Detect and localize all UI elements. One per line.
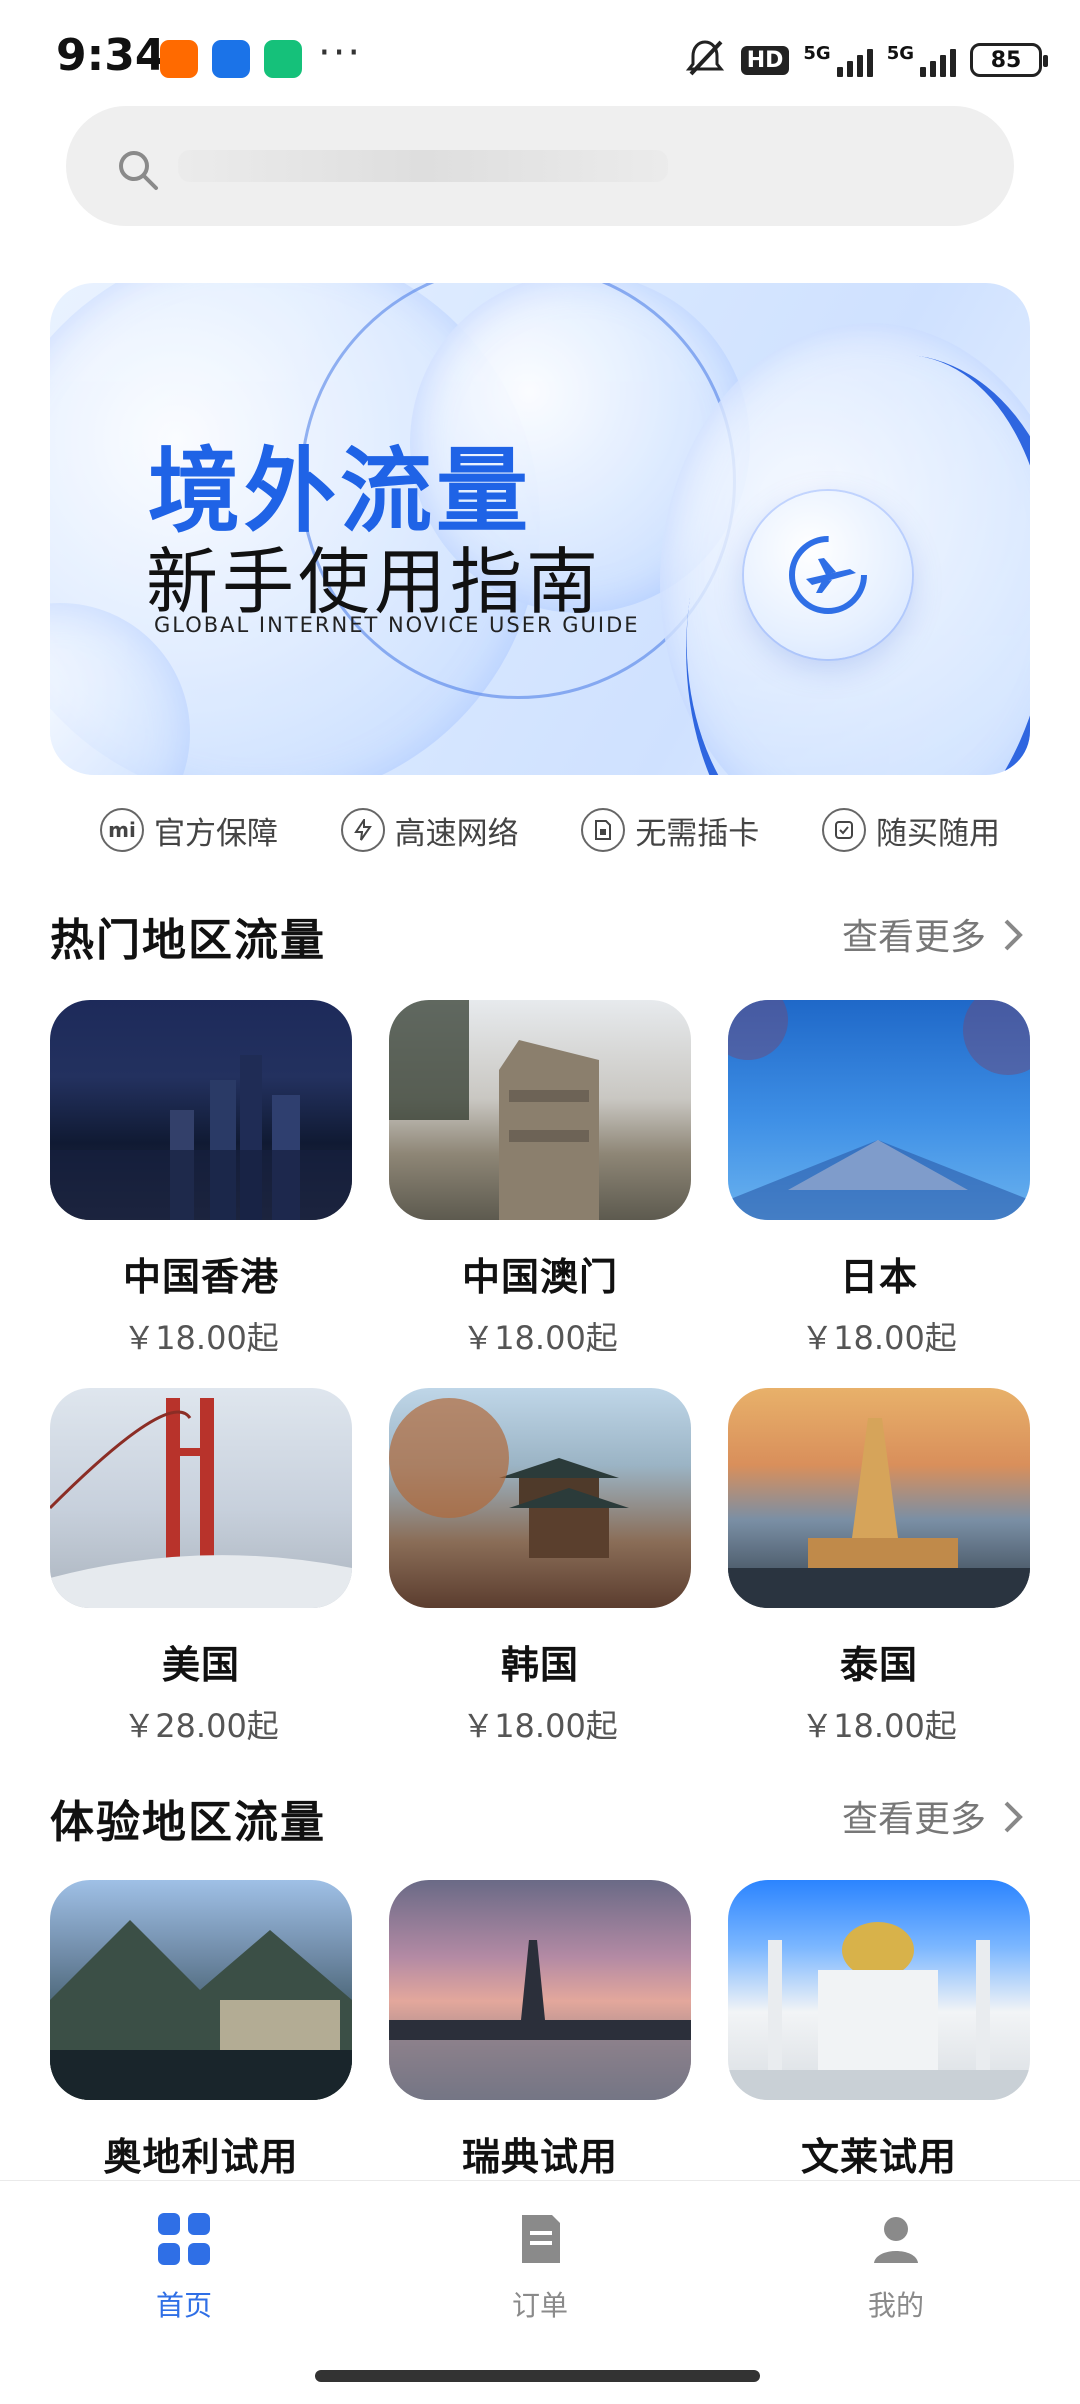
region-card-macau[interactable]: 中国澳门 ￥18.00起 [389,1000,691,1359]
region-photo [50,1000,352,1220]
mi-remote-icon [212,40,250,78]
region-photo [50,1880,352,2100]
region-price: ￥18.00起 [462,1707,618,1745]
profile-icon [874,2217,918,2263]
hot-section-title: 热门地区流量 [50,915,326,966]
signal-5g-label: 5G [886,43,914,64]
region-name: 泰国 [839,1643,918,1687]
region-name: 中国澳门 [461,1255,618,1299]
region-photo [389,1880,691,2100]
region-price: ￥18.00起 [801,1707,957,1745]
region-card-japan[interactable]: 日本 ￥18.00起 [728,1000,1030,1359]
battery-icon: 85 [970,43,1048,77]
more-notifications-icon: ··· [318,30,363,76]
order-document-icon [522,2215,560,2263]
tab-label: 我的 [867,2289,924,2322]
guarantee-official: mi 官方保障 [100,800,278,860]
trial-card-austria[interactable]: 奥地利试用 [50,1880,352,2181]
tab-label: 订单 [511,2289,568,2322]
status-right-icons: HD 5G 5G 85 [683,36,1048,84]
taobao-app-icon [160,40,198,78]
checkbox-icon [821,808,866,852]
region-photo [389,1000,691,1220]
status-time: 9:34 [56,30,166,81]
region-price: ￥18.00起 [462,1319,618,1357]
region-name: 文莱试用 [800,2135,957,2179]
region-photo [728,1880,1030,2100]
region-card-hong-kong[interactable]: 中国香港 ￥18.00起 [50,1000,352,1359]
signal-strength-icon: 5G [803,43,873,77]
region-card-korea[interactable]: 韩国 ￥18.00起 [389,1388,691,1747]
region-name: 奥地利试用 [103,2135,299,2179]
trial-section-more-link[interactable]: 查看更多 [842,1790,1024,1842]
search-placeholder [178,150,668,182]
signal-5g-label: 5G [803,43,831,64]
more-label: 查看更多 [841,1799,986,1840]
search-bar[interactable] [66,106,1014,226]
chevron-right-icon [1004,919,1023,951]
guarantee-label: 随买随用 [875,815,1000,852]
hot-section-more-link[interactable]: 查看更多 [842,908,1024,960]
region-price: ￥18.00起 [801,1319,957,1357]
trial-card-sweden[interactable]: 瑞典试用 [389,1880,691,2181]
more-label: 查看更多 [841,917,986,958]
status-bar: 9:34 ··· HD 5G 5G 85 [0,0,1080,120]
trial-section-title: 体验地区流量 [50,1797,326,1848]
region-price: ￥18.00起 [123,1319,279,1357]
region-name: 瑞典试用 [461,2135,618,2179]
chevron-right-icon [1004,1801,1023,1833]
tab-home[interactable]: 首页 [84,2211,284,2324]
guarantee-label: 无需插卡 [635,815,760,852]
region-name: 韩国 [500,1643,579,1687]
globe-plane-icon [744,491,912,659]
signal-strength-icon: 5G [887,43,956,77]
guarantee-label: 高速网络 [394,815,519,852]
banner-english-text: GLOBAL INTERNET NOVICE USER GUIDE [154,613,640,637]
guarantee-no-sim: 无需插卡 [581,800,759,860]
promo-banner[interactable]: 境外流量 新手使用指南 GLOBAL INTERNET NOVICE USER … [50,283,1030,775]
guarantee-label: 官方保障 [154,815,278,852]
search-icon [119,151,158,190]
region-photo [389,1388,691,1608]
region-photo [50,1388,352,1608]
home-indicator[interactable] [315,2370,760,2382]
region-photo [728,1388,1030,1608]
guarantee-instant: 随买随用 [821,800,1000,860]
tab-label: 首页 [155,2289,212,2322]
region-card-thailand[interactable]: 泰国 ￥18.00起 [728,1388,1030,1747]
silent-bell-icon [683,36,727,84]
region-photo [728,1000,1030,1220]
sim-card-icon [581,808,626,852]
trial-card-brunei[interactable]: 文莱试用 [728,1880,1030,2181]
region-name: 中国香港 [122,1255,279,1299]
service-guarantees: mi 官方保障 高速网络 无需插卡 随买随用 [100,800,1000,860]
region-name: 日本 [839,1255,918,1299]
hd-voice-icon: HD [740,45,790,75]
tab-orders[interactable]: 订单 [440,2211,640,2324]
region-name: 美国 [161,1643,240,1687]
lightning-icon [340,808,385,852]
region-price: ￥28.00起 [123,1707,279,1745]
mi-logo-icon: mi [100,808,144,852]
region-card-usa[interactable]: 美国 ￥28.00起 [50,1388,352,1747]
tab-profile[interactable]: 我的 [796,2211,996,2324]
guarantee-speed: 高速网络 [340,800,519,860]
mi-home-icon [264,40,302,78]
home-grid-icon [158,2213,210,2265]
